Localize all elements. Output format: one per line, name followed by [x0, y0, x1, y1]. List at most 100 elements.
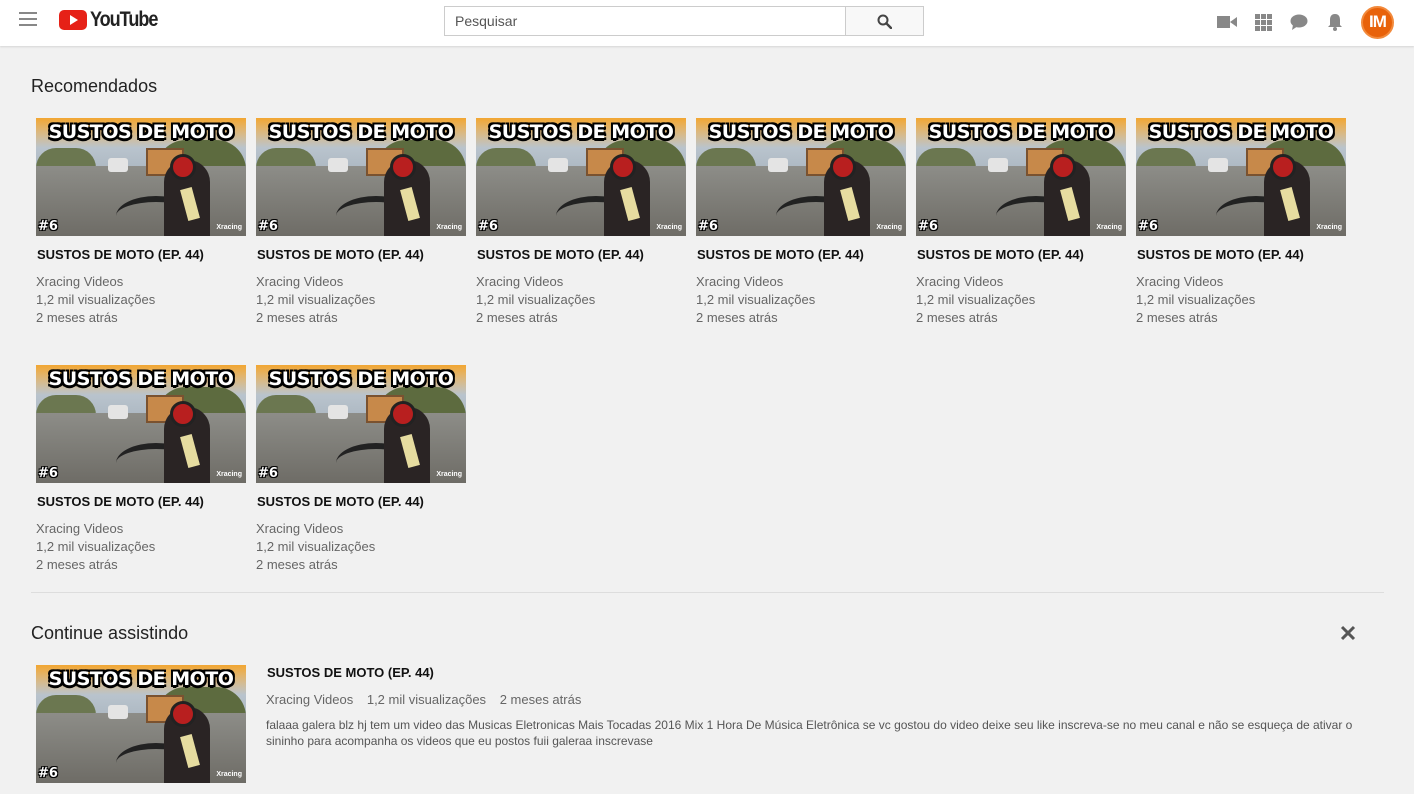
- view-count: 1,2 mil visualizações: [36, 539, 156, 554]
- thumbnail-helmet: [170, 154, 196, 180]
- thumbnail-brand: Xracing: [216, 224, 242, 231]
- video-title[interactable]: SUSTOS DE MOTO (EP. 44): [917, 247, 1126, 262]
- thumbnail-banner-text: SUSTOS DE MOTO: [48, 121, 234, 143]
- video-meta: Xracing Videos 1,2 mil visualizações 2 mes…: [256, 273, 466, 327]
- thumbnail-helmet: [830, 154, 856, 180]
- thumbnail-car: [328, 158, 348, 172]
- channel-name[interactable]: Xracing Videos: [36, 273, 246, 291]
- thumbnail-helmet: [610, 154, 636, 180]
- thumbnail-banner: SUSTOS DE MOTO: [36, 120, 246, 144]
- apps-grid-icon[interactable]: [1253, 12, 1273, 32]
- channel-name[interactable]: Xracing Videos: [1136, 273, 1346, 291]
- video-thumbnail[interactable]: SUSTOS DE MOTO #6 Xracing: [256, 118, 466, 236]
- thumbnail-helmet: [170, 701, 196, 727]
- video-title[interactable]: SUSTOS DE MOTO (EP. 44): [1137, 247, 1346, 262]
- video-thumbnail[interactable]: SUSTOS DE MOTO #6 Xracing: [916, 118, 1126, 236]
- video-meta: Xracing Videos 1,2 mil visualizações 2 mes…: [36, 520, 246, 574]
- thumbnail-banner-text: SUSTOS DE MOTO: [708, 121, 894, 143]
- video-meta: Xracing Videos 1,2 mil visualizações 2 mes…: [916, 273, 1126, 327]
- video-thumbnail[interactable]: SUSTOS DE MOTO #6 Xracing: [1136, 118, 1346, 236]
- thumbnail-helmet: [170, 401, 196, 427]
- video-card: SUSTOS DE MOTO #6 Xracing SUSTOS DE MOTO (E…: [1136, 118, 1346, 327]
- video-meta: Xracing Videos 1,2 mil visualizações 2 mes…: [1136, 273, 1346, 327]
- view-count: 1,2 mil visualizações: [916, 292, 1036, 307]
- channel-name[interactable]: Xracing Videos: [266, 692, 353, 707]
- thumbnail-episode-badge: #6: [38, 466, 58, 481]
- upload-age: 2 meses atrás: [916, 310, 998, 325]
- thumbnail-car: [328, 405, 348, 419]
- thumbnail-banner: SUSTOS DE MOTO: [1136, 120, 1346, 144]
- thumbnail-brand: Xracing: [876, 224, 902, 231]
- thumbnail-banner-text: SUSTOS DE MOTO: [268, 121, 454, 143]
- thumbnail-car: [108, 405, 128, 419]
- video-title[interactable]: SUSTOS DE MOTO (EP. 44): [257, 247, 466, 262]
- continue-watching-video-title[interactable]: SUSTOS DE MOTO (EP. 44): [267, 665, 434, 680]
- upload-video-icon[interactable]: [1217, 12, 1237, 32]
- channel-name[interactable]: Xracing Videos: [696, 273, 906, 291]
- search-icon: [877, 14, 892, 29]
- thumbnail-car: [548, 158, 568, 172]
- channel-name[interactable]: Xracing Videos: [256, 520, 466, 538]
- video-thumbnail[interactable]: SUSTOS DE MOTO #6 Xracing: [256, 365, 466, 483]
- logo-text: YouTube: [90, 8, 158, 31]
- thumbnail-brand: Xracing: [1316, 224, 1342, 231]
- video-meta: Xracing Videos 1,2 mil visualizações 2 mes…: [696, 273, 906, 327]
- upload-age: 2 meses atrás: [499, 692, 582, 707]
- video-thumbnail[interactable]: SUSTOS DE MOTO #6 Xracing: [36, 118, 246, 236]
- thumbnail-episode-badge: #6: [698, 219, 718, 234]
- video-title[interactable]: SUSTOS DE MOTO (EP. 44): [37, 247, 246, 262]
- thumbnail-brand: Xracing: [436, 471, 462, 478]
- search-input[interactable]: [444, 6, 845, 36]
- upload-age: 2 meses atrás: [476, 310, 558, 325]
- video-title[interactable]: SUSTOS DE MOTO (EP. 44): [477, 247, 686, 262]
- video-card: SUSTOS DE MOTO #6 Xracing SUSTOS DE MOTO (E…: [916, 118, 1126, 327]
- video-thumbnail[interactable]: SUSTOS DE MOTO #6 Xracing: [476, 118, 686, 236]
- channel-name[interactable]: Xracing Videos: [916, 273, 1126, 291]
- video-title[interactable]: SUSTOS DE MOTO (EP. 44): [257, 494, 466, 509]
- thumbnail-car: [988, 158, 1008, 172]
- account-avatar[interactable]: IM: [1361, 5, 1394, 39]
- recommended-section-title: Recomendados: [31, 76, 158, 96]
- search-button[interactable]: [845, 6, 924, 36]
- video-meta: Xracing Videos 1,2 mil visualizações 2 mes…: [256, 520, 466, 574]
- video-thumbnail[interactable]: SUSTOS DE MOTO #6 Xracing: [696, 118, 906, 236]
- thumbnail-banner: SUSTOS DE MOTO: [256, 367, 466, 391]
- video-card: SUSTOS DE MOTO #6 Xracing SUSTOS DE MOTO (E…: [476, 118, 686, 327]
- upload-age: 2 meses atrás: [36, 557, 118, 572]
- thumbnail-banner-text: SUSTOS DE MOTO: [488, 121, 674, 143]
- guide-menu-icon[interactable]: [19, 12, 37, 28]
- messages-icon[interactable]: [1289, 12, 1309, 32]
- video-description: falaaa galera blz hj tem um video das Mu…: [266, 718, 1353, 748]
- channel-name[interactable]: Xracing Videos: [256, 273, 466, 291]
- notifications-bell-icon[interactable]: [1325, 12, 1345, 32]
- search-bar: [444, 6, 924, 36]
- channel-name[interactable]: Xracing Videos: [36, 520, 246, 538]
- view-count: 1,2 mil visualizações: [256, 539, 376, 554]
- video-card: SUSTOS DE MOTO #6 Xracing SUSTOS DE MOTO (E…: [696, 118, 906, 327]
- thumbnail-episode-badge: #6: [478, 219, 498, 234]
- thumbnail-episode-badge: #6: [258, 466, 278, 481]
- thumbnail-car: [108, 158, 128, 172]
- thumbnail-brand: Xracing: [216, 471, 242, 478]
- masthead: YouTube IM: [0, 0, 1414, 46]
- video-card: SUSTOS DE MOTO #6 Xracing SUSTOS DE MOTO (E…: [36, 118, 246, 327]
- upload-age: 2 meses atrás: [256, 557, 338, 572]
- thumbnail-banner: SUSTOS DE MOTO: [36, 367, 246, 391]
- thumbnail-banner-text: SUSTOS DE MOTO: [48, 368, 234, 390]
- dismiss-shelf-button[interactable]: [1338, 623, 1358, 643]
- continue-watching-meta: Xracing Videos 1,2 mil visualizações 2 m…: [266, 692, 591, 707]
- upload-age: 2 meses atrás: [1136, 310, 1218, 325]
- continue-watching-thumbnail[interactable]: SUSTOS DE MOTO #6 Xracing: [36, 665, 246, 783]
- video-card: SUSTOS DE MOTO #6 Xracing SUSTOS DE MOTO (E…: [256, 118, 466, 327]
- video-title[interactable]: SUSTOS DE MOTO (EP. 44): [697, 247, 906, 262]
- thumbnail-banner-text: SUSTOS DE MOTO: [1148, 121, 1334, 143]
- thumbnail-banner: SUSTOS DE MOTO: [476, 120, 686, 144]
- youtube-logo[interactable]: YouTube: [59, 9, 168, 31]
- video-thumbnail[interactable]: SUSTOS DE MOTO #6 Xracing: [36, 365, 246, 483]
- channel-name[interactable]: Xracing Videos: [476, 273, 686, 291]
- section-divider: [31, 592, 1384, 593]
- view-count: 1,2 mil visualizações: [256, 292, 376, 307]
- thumbnail-brand: Xracing: [1096, 224, 1122, 231]
- video-title[interactable]: SUSTOS DE MOTO (EP. 44): [37, 494, 246, 509]
- upload-age: 2 meses atrás: [696, 310, 778, 325]
